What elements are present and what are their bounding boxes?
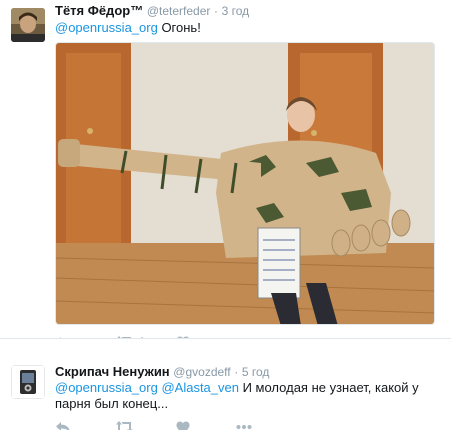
like-button[interactable] (176, 418, 195, 430)
username[interactable]: @gvozdeff (173, 365, 230, 379)
tweet-header: Тётя Фёдор™ @teterfeder · 3 год (55, 3, 249, 19)
timestamp[interactable]: 5 год (242, 365, 270, 379)
username[interactable]: @teterfeder (147, 4, 211, 18)
separator: · (234, 365, 239, 379)
reply-button[interactable] (55, 418, 76, 430)
tweet-header: Скрипач Ненужин @gvozdeff · 5 год (55, 364, 269, 380)
mention-link[interactable]: @openrussia_org (55, 20, 158, 35)
tweet: Скрипач Ненужин @gvozdeff · 5 год @openr… (0, 338, 451, 430)
retweet-icon (115, 420, 134, 430)
tweet: Тётя Фёдор™ @teterfeder · 3 год @openrus… (0, 0, 451, 348)
avatar[interactable] (11, 365, 45, 399)
tweet-text: @openrussia_org Огонь! (55, 20, 201, 36)
more-icon (236, 424, 252, 430)
tweet-photo[interactable] (55, 42, 435, 325)
tweet-actions (55, 418, 445, 430)
fullname[interactable]: Скрипач Ненужин (55, 364, 170, 379)
retweet-button[interactable] (115, 418, 139, 430)
reply-icon (55, 420, 71, 430)
avatar[interactable] (11, 8, 45, 42)
mention-link[interactable]: @Alasta_ven (161, 380, 239, 395)
like-icon (176, 421, 190, 430)
fullname[interactable]: Тётя Фёдор™ (55, 3, 143, 18)
more-button[interactable] (236, 418, 252, 430)
tweet-body: Огонь! (157, 20, 201, 35)
mention-link[interactable]: @openrussia_org (55, 380, 158, 395)
tweet-text: @openrussia_org @Alasta_ven И молодая не… (55, 380, 445, 412)
separator: · (214, 4, 218, 18)
timestamp[interactable]: 3 год (222, 4, 250, 18)
